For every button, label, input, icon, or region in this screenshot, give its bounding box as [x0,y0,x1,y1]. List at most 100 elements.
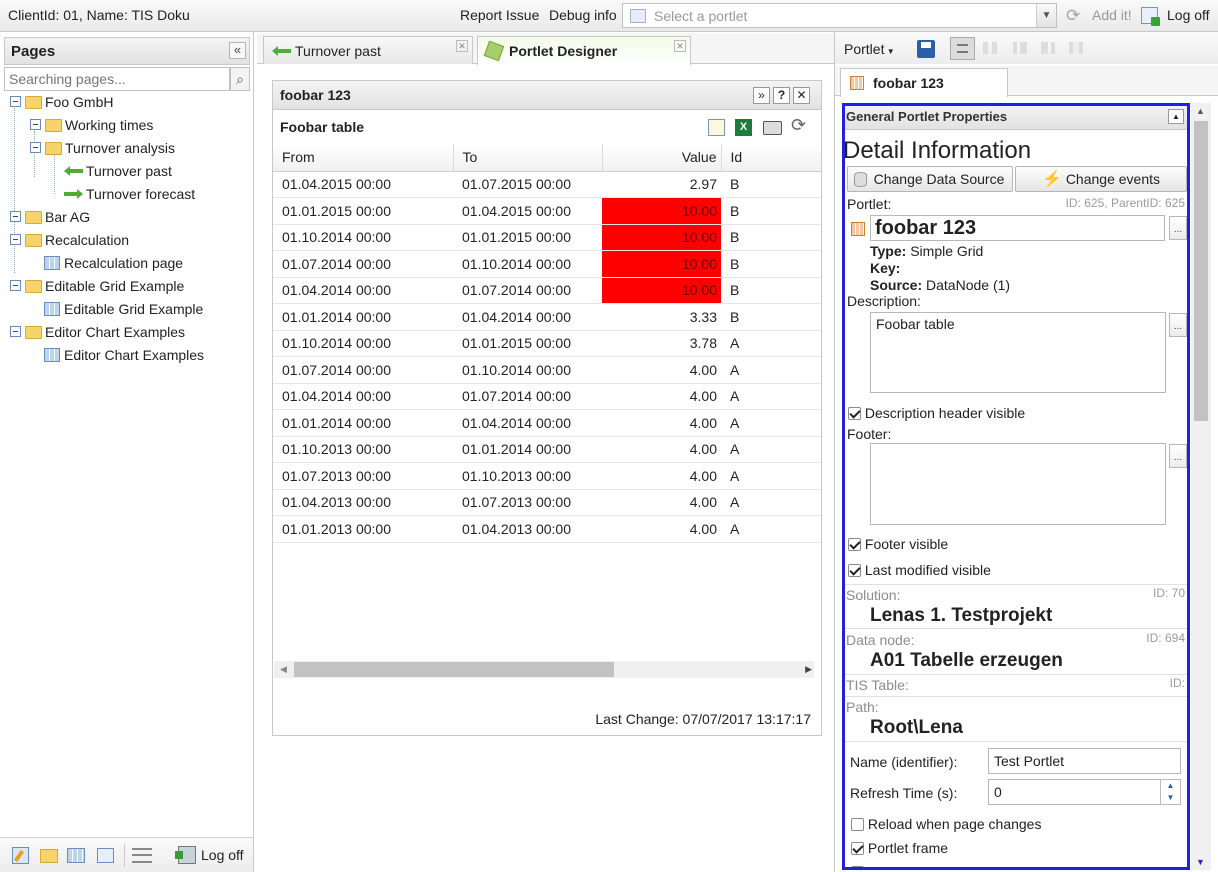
collapse-icon[interactable] [30,142,41,153]
layout-right-column-icon[interactable] [1013,42,1027,54]
portlet-frame-checkbox[interactable]: Portlet frame [851,840,948,856]
portlet-select[interactable]: Select a portlet ▼ [622,3,1057,28]
chevron-down-icon[interactable]: ▼ [1036,4,1056,27]
tab-turnover-past[interactable]: Turnover past ✕ [263,36,473,64]
tree-item[interactable]: Bar AG [10,206,90,228]
description-header-visible-checkbox[interactable]: Description header visible [848,405,1025,421]
portlet-menu[interactable]: Portlet ▼ [844,41,895,57]
menu-icon[interactable] [132,848,152,863]
scrollbar-thumb[interactable] [1194,121,1208,421]
table-row[interactable]: 01.04.2013 00:00 01.07.2013 00:00 4.00 A [273,489,821,516]
portlet-name-field[interactable]: foobar 123 [870,215,1165,241]
checkbox[interactable] [851,866,864,867]
table-row[interactable]: 01.10.2013 00:00 01.01.2014 00:00 4.00 A [273,436,821,463]
collapse-icon[interactable] [30,119,41,130]
description-browse-button[interactable]: ... [1169,313,1187,337]
layout-left-column-icon[interactable] [1041,42,1055,54]
refresh-time-input[interactable]: 0 ▲ ▼ [988,779,1181,805]
tree-item[interactable]: Editable Grid Example [44,298,203,320]
tab-foobar-123[interactable]: foobar 123 [840,68,1008,97]
column-header[interactable]: Id [721,144,821,172]
layout-three-columns-icon[interactable] [1069,42,1083,54]
collapse-icon[interactable] [10,280,21,291]
print-icon[interactable] [763,121,782,135]
checkbox[interactable] [848,538,861,551]
tree-item[interactable]: Turnover forecast [64,183,195,205]
expand-icon[interactable]: » [753,87,770,104]
change-events-button[interactable]: ⚡ Change events [1015,166,1187,192]
checkbox[interactable] [848,407,861,420]
scroll-up-icon[interactable]: ▲ [1196,106,1205,116]
refresh-icon[interactable]: ⟳ [791,115,806,136]
table-row[interactable]: 01.07.2014 00:00 01.10.2014 00:00 10.00 B [273,250,821,278]
footer-browse-button[interactable]: ... [1169,444,1187,468]
table-row[interactable]: 01.04.2015 00:00 01.07.2015 00:00 2.97 B [273,171,821,198]
add-folder-icon[interactable] [40,849,58,863]
column-header[interactable]: To [453,144,603,172]
last-modified-visible-checkbox[interactable]: Last modified visible [848,562,991,578]
table-row[interactable]: 01.01.2013 00:00 01.04.2013 00:00 4.00 A [273,515,821,543]
tree-item[interactable]: Working times [30,114,153,136]
tree-item[interactable]: Editor Chart Examples [10,321,185,343]
refresh-icon[interactable]: ⟳ [1066,6,1080,26]
vertical-scrollbar[interactable]: ▲ ▼ [1191,103,1211,870]
collapse-icon[interactable] [10,96,21,107]
table-row[interactable]: 01.04.2014 00:00 01.07.2014 00:00 10.00 B [273,277,821,304]
table-row[interactable]: 01.01.2014 00:00 01.04.2014 00:00 3.33 B [273,303,821,331]
checkbox[interactable] [851,842,864,855]
table-row[interactable]: 01.01.2014 00:00 01.04.2014 00:00 4.00 A [273,409,821,437]
tree-item[interactable]: Recalculation page [44,252,183,274]
name-input[interactable]: Test Portlet [988,748,1181,774]
search-pages-input[interactable] [4,67,230,91]
close-icon[interactable]: ✕ [674,40,686,52]
column-header[interactable]: Value [602,144,722,172]
tree-item[interactable]: Foo GmbH [10,91,113,113]
description-textarea[interactable]: Foobar table [870,312,1166,393]
add-page-icon[interactable] [97,848,114,863]
reload-when-page-changes-checkbox[interactable]: Reload when page changes [851,816,1041,832]
table-row[interactable]: 01.04.2014 00:00 01.07.2014 00:00 4.00 A [273,383,821,410]
layout-full-icon[interactable] [950,37,975,60]
scroll-right-icon[interactable]: ▶ [805,664,812,675]
table-row[interactable]: 01.01.2015 00:00 01.04.2015 00:00 10.00 B [273,197,821,225]
search-icon[interactable]: ⌕ [230,67,250,91]
footer-log-off-button[interactable]: Log off [201,847,244,863]
checkbox[interactable] [851,818,864,831]
collapse-icon[interactable]: « [229,42,246,59]
edit-icon[interactable] [708,119,725,136]
decrement-icon[interactable]: ▼ [1160,792,1180,804]
collapse-icon[interactable] [10,326,21,337]
help-icon[interactable]: ? [773,87,790,104]
scrollbar-thumb[interactable] [294,662,614,677]
collapse-icon[interactable] [10,211,21,222]
change-data-source-button[interactable]: Change Data Source [847,166,1013,192]
close-icon[interactable]: ✕ [793,87,810,104]
collapse-icon[interactable] [10,234,21,245]
excel-export-icon[interactable]: X [735,119,752,136]
scroll-left-icon[interactable]: ◀ [280,664,287,675]
table-row[interactable]: 01.10.2014 00:00 01.01.2015 00:00 3.78 A [273,330,821,357]
checkbox[interactable] [848,564,861,577]
table-row[interactable]: 01.07.2013 00:00 01.10.2013 00:00 4.00 A [273,462,821,490]
portlet-browse-button[interactable]: ... [1169,216,1187,240]
tree-item[interactable]: Recalculation [10,229,129,251]
footer-textarea[interactable] [870,443,1166,525]
collapse-up-icon[interactable]: ▲ [1168,109,1184,124]
debug-info-link[interactable]: Debug info [549,7,617,23]
save-icon[interactable] [917,40,935,58]
tree-item[interactable]: Turnover past [64,160,172,182]
tree-item[interactable]: Turnover analysis [30,137,175,159]
column-header[interactable]: From [273,144,454,172]
report-issue-link[interactable]: Report Issue [460,7,539,23]
add-it-button[interactable]: Add it! [1092,7,1132,23]
scroll-down-icon[interactable]: ▼ [1196,857,1205,867]
add-grid-page-icon[interactable] [67,848,85,863]
next-checkbox[interactable] [851,864,864,867]
table-row[interactable]: 01.10.2014 00:00 01.01.2015 00:00 10.00 B [273,224,821,251]
table-row[interactable]: 01.07.2014 00:00 01.10.2014 00:00 4.00 A [273,356,821,384]
close-icon[interactable]: ✕ [456,40,468,52]
tree-item[interactable]: Editable Grid Example [10,275,184,297]
tree-item[interactable]: Editor Chart Examples [44,344,204,366]
tab-portlet-designer[interactable]: Portlet Designer ✕ [477,36,691,65]
horizontal-scrollbar[interactable]: ◀ ▶ [274,661,814,678]
